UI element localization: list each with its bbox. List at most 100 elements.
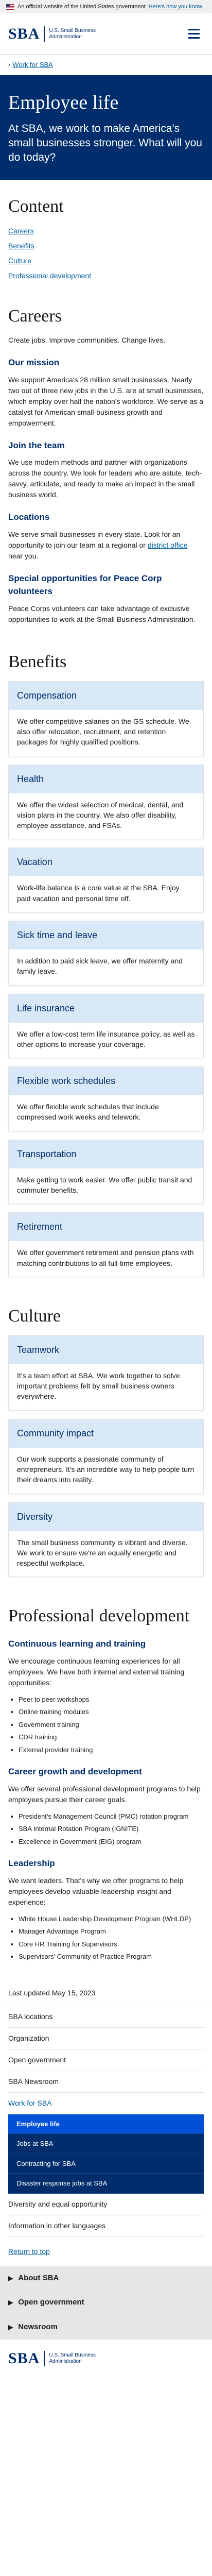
sidenav-item-newsroom[interactable]: SBA Newsroom	[8, 2071, 204, 2093]
culture-card-teamwork: Teamwork It's a team effort at SBA. We w…	[8, 1335, 204, 1411]
menu-button[interactable]	[184, 25, 204, 43]
card-title: Teamwork	[9, 1335, 203, 1364]
card-title: Compensation	[9, 681, 203, 710]
culture-title: Culture	[8, 1306, 61, 1326]
sba-logo-mark: SBA	[8, 2351, 45, 2367]
card-text: We offer the widest selection of medical…	[17, 800, 184, 830]
card-title: Sick time and leave	[9, 921, 203, 950]
toc-link-professional-development[interactable]: Professional development	[8, 272, 91, 280]
footer-section-newsroom[interactable]: ▶ Newsroom	[0, 2315, 212, 2340]
card-title: Vacation	[9, 848, 203, 877]
card-text: We offer competitive salaries on the GS …	[17, 717, 189, 747]
chevron-right-icon: ▶	[8, 2299, 13, 2307]
benefit-card-compensation: Compensation We offer competitive salari…	[8, 681, 204, 756]
benefit-card-health: Health We offer the widest selection of …	[8, 764, 204, 840]
chevron-right-icon: ▶	[8, 2274, 13, 2282]
side-navigation: SBA locations Organization Open governme…	[0, 2006, 212, 2237]
card-text: We offer a low-cost term life insurance …	[17, 1029, 195, 1048]
culture-card-community-impact: Community impact Our work supports a pas…	[8, 1418, 204, 1494]
footer-logo: SBA U.S. Small Business Administration	[0, 2340, 212, 2378]
mission-heading: Our mission	[8, 358, 60, 368]
list-item: SBA Internal Rotation Program (IGNITE)	[19, 1824, 204, 1834]
team-text: We use modern methods and partner with o…	[8, 458, 202, 499]
sidenav-sub-disaster-jobs[interactable]: Disaster response jobs at SBA	[8, 2174, 204, 2194]
benefit-card-transportation: Transportation Make getting to work easi…	[8, 1139, 204, 1205]
list-item: President's Management Council (PMC) rot…	[19, 1811, 204, 1822]
list-item: Peer to peer workshops	[19, 1694, 204, 1705]
culture-section: Culture Teamwork It's a team effort at S…	[0, 1296, 212, 1596]
list-item: Supervisors' Community of Practice Progr…	[19, 1952, 204, 1962]
card-text: It's a team effort at SBA. We work toget…	[17, 1371, 180, 1401]
chevron-right-icon: ▶	[8, 2323, 13, 2331]
professional-development-section: Professional development Continuous lear…	[0, 1596, 212, 1980]
district-office-link[interactable]: district office	[148, 541, 188, 549]
sidenav-sub-contracting[interactable]: Contracting for SBA	[8, 2154, 204, 2174]
site-header: SBA U.S. Small Business Administration	[0, 13, 212, 55]
sidenav-item-organization[interactable]: Organization	[8, 2028, 204, 2049]
benefit-card-retirement: Retirement We offer government retiremen…	[8, 1212, 204, 1277]
breadcrumb: ‹ Work for SBA	[0, 55, 212, 75]
learning-list: Peer to peer workshops Online training m…	[8, 1694, 204, 1755]
card-title: Transportation	[9, 1140, 203, 1168]
sba-logo-text: U.S. Small Business Administration	[49, 27, 96, 40]
footer-section-about[interactable]: ▶ About SBA	[0, 2266, 212, 2291]
leadership-text: We want leaders. That's why we offer pro…	[8, 1876, 184, 1906]
hamburger-icon	[188, 29, 200, 30]
toc-link-culture[interactable]: Culture	[8, 257, 31, 265]
benefits-section: Benefits Compensation We offer competiti…	[0, 641, 212, 1296]
gov-banner-text: An official website of the United States…	[17, 3, 146, 10]
toc-link-benefits[interactable]: Benefits	[8, 242, 34, 250]
list-item: Manager Advantage Program	[19, 1926, 204, 1937]
list-item: Core HR Training for Supervisors	[19, 1939, 204, 1950]
sba-logo[interactable]: SBA U.S. Small Business Administration	[8, 26, 100, 42]
sidenav-item-locations[interactable]: SBA locations	[8, 2006, 204, 2028]
team-heading: Join the team	[8, 440, 65, 450]
learning-text: We encourage continuous learning experie…	[8, 1656, 185, 1687]
breadcrumb-back-link[interactable]: Work for SBA	[12, 60, 53, 70]
gov-banner: An official website of the United States…	[0, 0, 212, 13]
sidenav-item-open-government[interactable]: Open government	[8, 2049, 204, 2071]
benefits-title: Benefits	[8, 652, 67, 671]
how-you-know-link[interactable]: Here's how you know	[149, 3, 202, 11]
chevron-left-icon: ‹	[8, 61, 11, 69]
sba-logo-mark: SBA	[8, 26, 45, 42]
growth-text: We offer several professional developmen…	[8, 1784, 201, 1804]
footer-section-open-government[interactable]: ▶ Open government	[0, 2291, 212, 2315]
last-updated: Last updated May 15, 2023	[0, 1980, 212, 2006]
peace-corps-heading: Special opportunities for Peace Corp vol…	[8, 573, 162, 597]
sidenav-item-work-for-sba[interactable]: Work for SBA	[8, 2093, 204, 2114]
return-to-top-link[interactable]: Return to top	[8, 2247, 50, 2256]
list-item: Excellence in Government (EIG) program	[19, 1837, 204, 1847]
card-title: Diversity	[9, 1502, 203, 1531]
hero: Employee life At SBA, we work to make Am…	[0, 75, 212, 180]
card-text: We offer flexible work schedules that in…	[17, 1103, 159, 1122]
sidenav-item-diversity[interactable]: Diversity and equal opportunity	[8, 2194, 204, 2215]
card-title: Health	[9, 765, 203, 793]
list-item: Government training	[19, 1720, 204, 1730]
sidenav-sub-employee-life[interactable]: Employee life	[8, 2114, 204, 2134]
page-title: Employee life	[8, 92, 119, 113]
toc-title: Content	[8, 196, 64, 216]
footer-sba-logo[interactable]: SBA U.S. Small Business Administration	[8, 2351, 100, 2367]
sidenav-submenu: Employee life Jobs at SBA Contracting fo…	[8, 2114, 204, 2194]
locations-heading: Locations	[8, 512, 50, 522]
sba-logo-text: U.S. Small Business Administration	[49, 2352, 96, 2365]
careers-intro: Create jobs. Improve communities. Change…	[8, 336, 166, 345]
hero-lead: At SBA, we work to make America's small …	[8, 122, 202, 164]
list-item: Online training modules	[19, 1707, 204, 1717]
card-title: Flexible work schedules	[9, 1067, 203, 1096]
table-of-contents: Content Careers Benefits Culture Profess…	[0, 180, 212, 296]
careers-title: Careers	[8, 306, 62, 326]
us-flag-icon	[6, 4, 14, 10]
card-title: Retirement	[9, 1213, 203, 1242]
card-text: Make getting to work easier. We offer pu…	[17, 1175, 192, 1195]
learning-heading: Continuous learning and training	[8, 1639, 146, 1649]
peace-corps-text: Peace Corps volunteers can take advantag…	[8, 604, 196, 623]
sidenav-item-other-languages[interactable]: Information in other languages	[8, 2215, 204, 2237]
sidenav-sub-jobs[interactable]: Jobs at SBA	[8, 2134, 204, 2154]
benefit-card-sick-leave: Sick time and leave In addition to paid …	[8, 920, 204, 986]
culture-card-diversity: Diversity The small business community i…	[8, 1502, 204, 1578]
toc-link-careers[interactable]: Careers	[8, 227, 34, 235]
benefit-card-life-insurance: Life insurance We offer a low-cost term …	[8, 993, 204, 1059]
leadership-heading: Leadership	[8, 1858, 55, 1869]
